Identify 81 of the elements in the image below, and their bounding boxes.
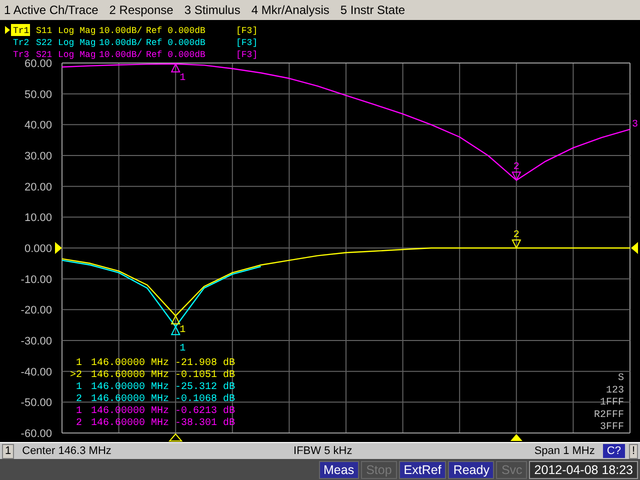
center-frequency: Center 146.3 MHz: [22, 444, 112, 459]
format-label: Log Mag: [58, 26, 96, 36]
reference-arrow-icon: [631, 242, 638, 254]
axis-label: -40.00: [20, 366, 52, 378]
marker-frequency: 146.00000 MHz: [91, 358, 170, 369]
marker-value: -0.1068 dB: [175, 394, 236, 405]
menu-item[interactable]: 2 Response: [109, 1, 174, 19]
marker-label: 1: [180, 344, 186, 355]
calibration-status: C?: [602, 444, 625, 458]
reference-label: Ref 0.000dB: [146, 50, 206, 60]
marker-frequency: 146.00000 MHz: [91, 382, 170, 393]
marker-frequency: 146.00000 MHz: [91, 406, 170, 417]
marker-frequency: 146.60000 MHz: [91, 370, 170, 381]
menu-item[interactable]: 3 Stimulus: [184, 1, 240, 19]
scale-label: 10.00dB/: [99, 50, 142, 60]
tag-label: [F3]: [236, 38, 258, 48]
scale-label: 10.00dB/: [99, 26, 142, 36]
span-frequency: Span 1 MHz: [534, 444, 595, 459]
reference-label: Ref 0.000dB: [146, 26, 206, 36]
date-time: 2012-04-08 18:23: [529, 460, 638, 478]
marker-frequency: 146.60000 MHz: [91, 394, 170, 405]
marker-value: -21.908 dB: [175, 358, 236, 369]
axis-label: 40.00: [24, 120, 52, 132]
trace-status-label: 3FFF: [600, 422, 624, 434]
axis-label: -60.00: [20, 428, 52, 440]
marker-value: -0.1051 dB: [175, 370, 236, 381]
marker-triangle-icon: [170, 62, 180, 72]
marker-triangle-icon: [512, 172, 522, 182]
tag-label: [F3]: [236, 26, 258, 36]
stimulus-marker-icon: [168, 433, 183, 442]
trace-name[interactable]: Tr1: [13, 26, 30, 36]
tag-label: [F3]: [236, 50, 258, 60]
reference-arrow-icon: [55, 242, 62, 254]
axis-label: -50.00: [20, 397, 52, 410]
alert-indicator: !: [628, 444, 638, 458]
trace-name[interactable]: Tr2: [13, 38, 30, 48]
marker-label: 2: [513, 162, 520, 174]
axis-label: 0.000: [24, 243, 52, 255]
parameter-label: S11: [36, 26, 52, 36]
marker-label: 2: [513, 230, 520, 241]
marker-number: 1: [76, 358, 82, 369]
marker-label: 1: [180, 324, 186, 336]
parameter-label: S22: [36, 38, 52, 48]
menu-item[interactable]: 1 Active Ch/Trace: [4, 1, 98, 19]
marker-number: 1: [76, 382, 82, 393]
axis-label: -10.00: [20, 274, 52, 286]
axis-label: 20.00: [24, 181, 52, 194]
marker-value: -25.312 dB: [175, 382, 236, 393]
ifbw-label: IFBW 5 kHz: [292, 444, 354, 459]
axis-label: 50.00: [24, 88, 52, 101]
status-indicator: ExtRef: [398, 460, 446, 478]
trace-end-label: 3: [632, 119, 638, 130]
trace-status-label: 123: [606, 385, 624, 396]
axis-label: 60.00: [24, 58, 52, 70]
trace-name[interactable]: Tr3: [13, 50, 30, 60]
marker-frequency: 146.60000 MHz: [91, 418, 170, 429]
menu-item[interactable]: 5 Instr State: [340, 1, 406, 19]
marker-value: -38.301 dB: [175, 418, 236, 429]
trace-status-label: R2FFF: [594, 410, 624, 421]
axis-label: 30.00: [24, 150, 52, 162]
axis-label: -20.00: [20, 304, 52, 317]
parameter-label: S21: [36, 50, 52, 60]
trace-status-label: S: [618, 373, 624, 384]
reference-label: Ref 0.000dB: [146, 38, 206, 48]
format-label: Log Mag: [58, 38, 96, 48]
marker-label: 1: [180, 72, 186, 84]
axis-label: 10.00: [24, 212, 52, 224]
marker-triangle-icon: [512, 240, 522, 250]
channel-number: 1: [2, 444, 14, 458]
marker-number: 1: [76, 406, 82, 417]
marker-number: 2: [76, 394, 82, 405]
axis-label: -30.00: [20, 336, 52, 348]
scale-label: 10.00dB/: [99, 38, 142, 48]
status-indicator: Ready: [448, 460, 494, 478]
trace-status-label: 1FFF: [600, 398, 624, 409]
marker-value: -0.6213 dB: [175, 406, 236, 417]
menu-item[interactable]: 4 Mkr/Analysis: [251, 1, 330, 19]
marker-number: >2: [70, 370, 82, 381]
marker-number: 2: [76, 418, 82, 429]
format-label: Log Mag: [58, 50, 96, 60]
status-indicator: Meas: [318, 460, 360, 478]
